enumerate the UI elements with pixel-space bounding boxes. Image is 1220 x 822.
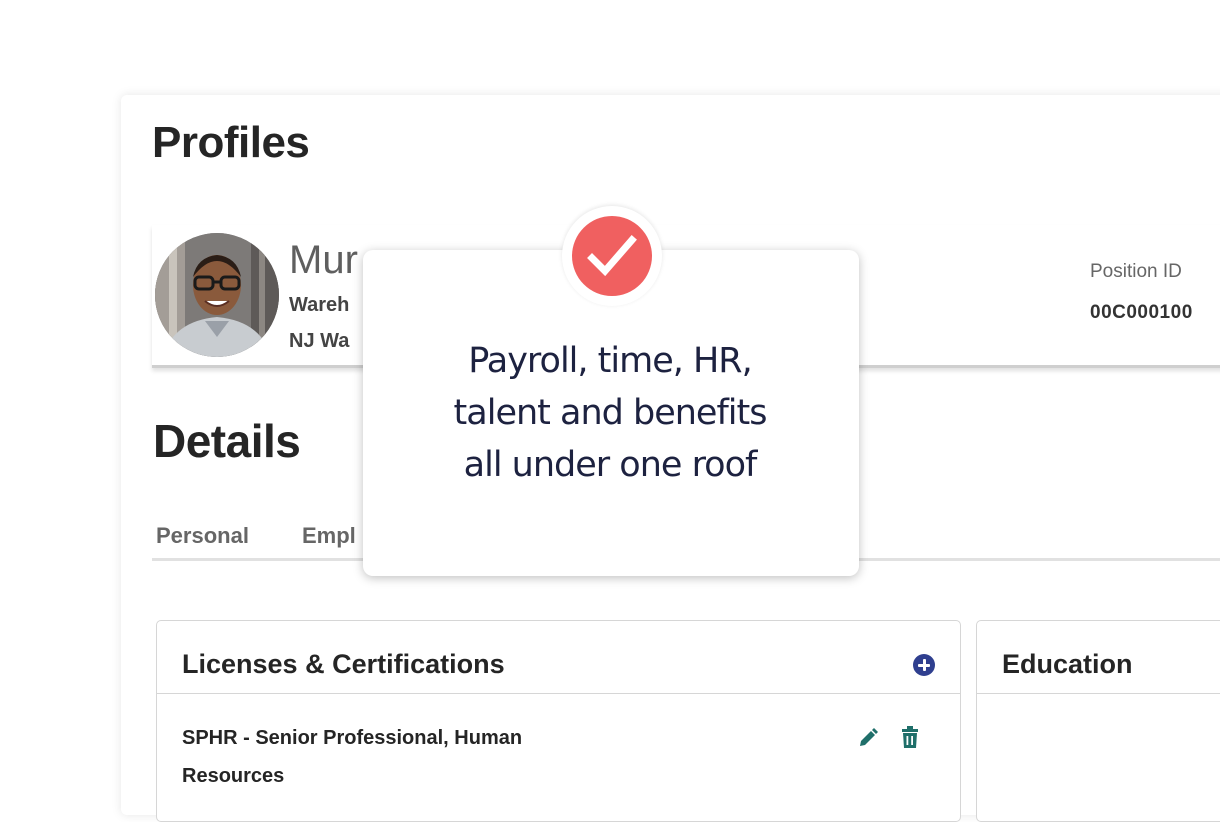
pencil-icon[interactable]: [857, 727, 879, 749]
position-id-label: Position ID: [1090, 261, 1182, 282]
check-badge: [562, 206, 662, 306]
tab-employment[interactable]: Empl: [302, 523, 356, 549]
check-icon: [572, 216, 652, 296]
position-id-value: 00C000100: [1090, 302, 1193, 323]
education-panel-title: Education: [1002, 649, 1133, 679]
education-panel: Education: [976, 620, 1220, 822]
education-panel-header: Education: [977, 621, 1220, 694]
tab-personal[interactable]: Personal: [156, 523, 249, 549]
trash-icon[interactable]: [900, 726, 920, 750]
page-title: Profiles: [152, 118, 310, 167]
licenses-panel: Licenses & Certifications SPHR - Senior …: [156, 620, 961, 822]
licenses-panel-header: Licenses & Certifications: [157, 621, 960, 694]
employee-job-title: Wareh: [289, 294, 350, 316]
feature-callout-line-3: all under one roof: [463, 445, 758, 485]
add-certification-icon[interactable]: [913, 654, 935, 676]
feature-callout-line-1: Payroll, time, HR,: [468, 341, 753, 381]
feature-callout-line-2: talent and benefits: [453, 393, 768, 433]
licenses-panel-title: Licenses & Certifications: [182, 649, 505, 679]
certification-name: SPHR - Senior Professional, Human Resour…: [182, 727, 523, 787]
feature-callout-text: Payroll, time, HR, talent and benefits a…: [0, 335, 1220, 491]
employee-name: Mur: [289, 238, 358, 282]
